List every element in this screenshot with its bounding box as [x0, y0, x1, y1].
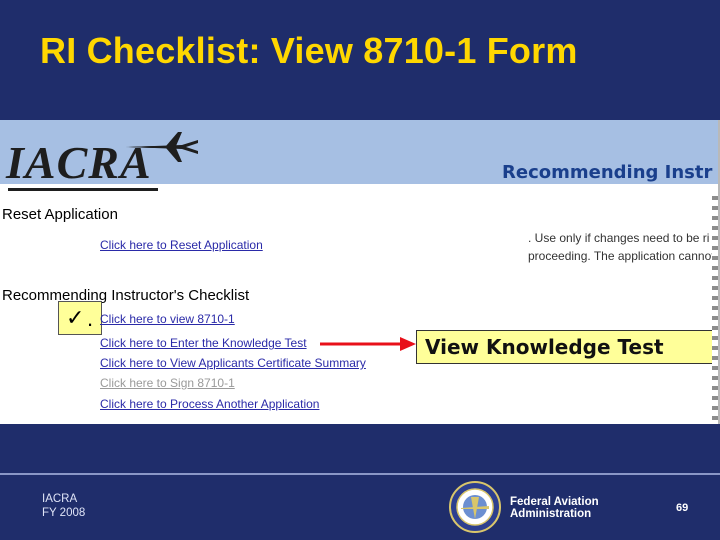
checklist-heading: Recommending Instructor's Checklist: [2, 287, 250, 304]
footer-left: IACRA FY 2008: [42, 492, 85, 520]
footer-left-line2: FY 2008: [42, 507, 86, 519]
reset-note-line1: . Use only if changes need to be ri: [528, 231, 710, 245]
check-mark-icon: ✓: [66, 305, 85, 330]
check-highlight: ✓ .: [58, 301, 102, 335]
reset-application-link[interactable]: Click here to Reset Application: [100, 238, 263, 252]
view-8710-1-link[interactable]: Click here to view 8710-1: [100, 312, 235, 326]
view-certificate-summary-link[interactable]: Click here to View Applicants Certificat…: [100, 356, 366, 370]
logo-underline: [8, 188, 158, 191]
slide-title: RI Checklist: View 8710-1 Form: [40, 30, 578, 71]
callout-box: View Knowledge Test: [416, 330, 718, 364]
faa-name-line2: Administration: [510, 508, 592, 520]
callout-text: View Knowledge Test: [425, 335, 664, 359]
airplane-icon: [126, 132, 198, 162]
reset-section-heading: Reset Application: [2, 206, 118, 223]
footer-left-line1: IACRA: [42, 493, 78, 505]
page-header-title: Recommending Instr: [502, 162, 713, 183]
enter-knowledge-test-link[interactable]: Click here to Enter the Knowledge Test: [100, 336, 307, 350]
footer-divider: [0, 473, 720, 475]
check-dot: .: [87, 306, 94, 331]
iacra-screenshot: IACRA Recommending Instr Reset Applicati…: [0, 120, 720, 424]
faa-name: Federal Aviation Administration: [510, 496, 599, 520]
reset-note-line2: proceeding. The application cannot: [528, 249, 715, 263]
process-another-application-link[interactable]: Click here to Process Another Applicatio…: [100, 397, 319, 411]
iacra-logo: IACRA: [4, 130, 204, 192]
sign-8710-1-link: Click here to Sign 8710-1: [100, 376, 235, 390]
right-edge-border: [712, 190, 718, 420]
faa-name-line1: Federal Aviation: [510, 496, 599, 508]
red-arrow-icon: [320, 337, 416, 351]
page-number: 69: [676, 502, 689, 514]
faa-seal-icon: [449, 481, 501, 533]
